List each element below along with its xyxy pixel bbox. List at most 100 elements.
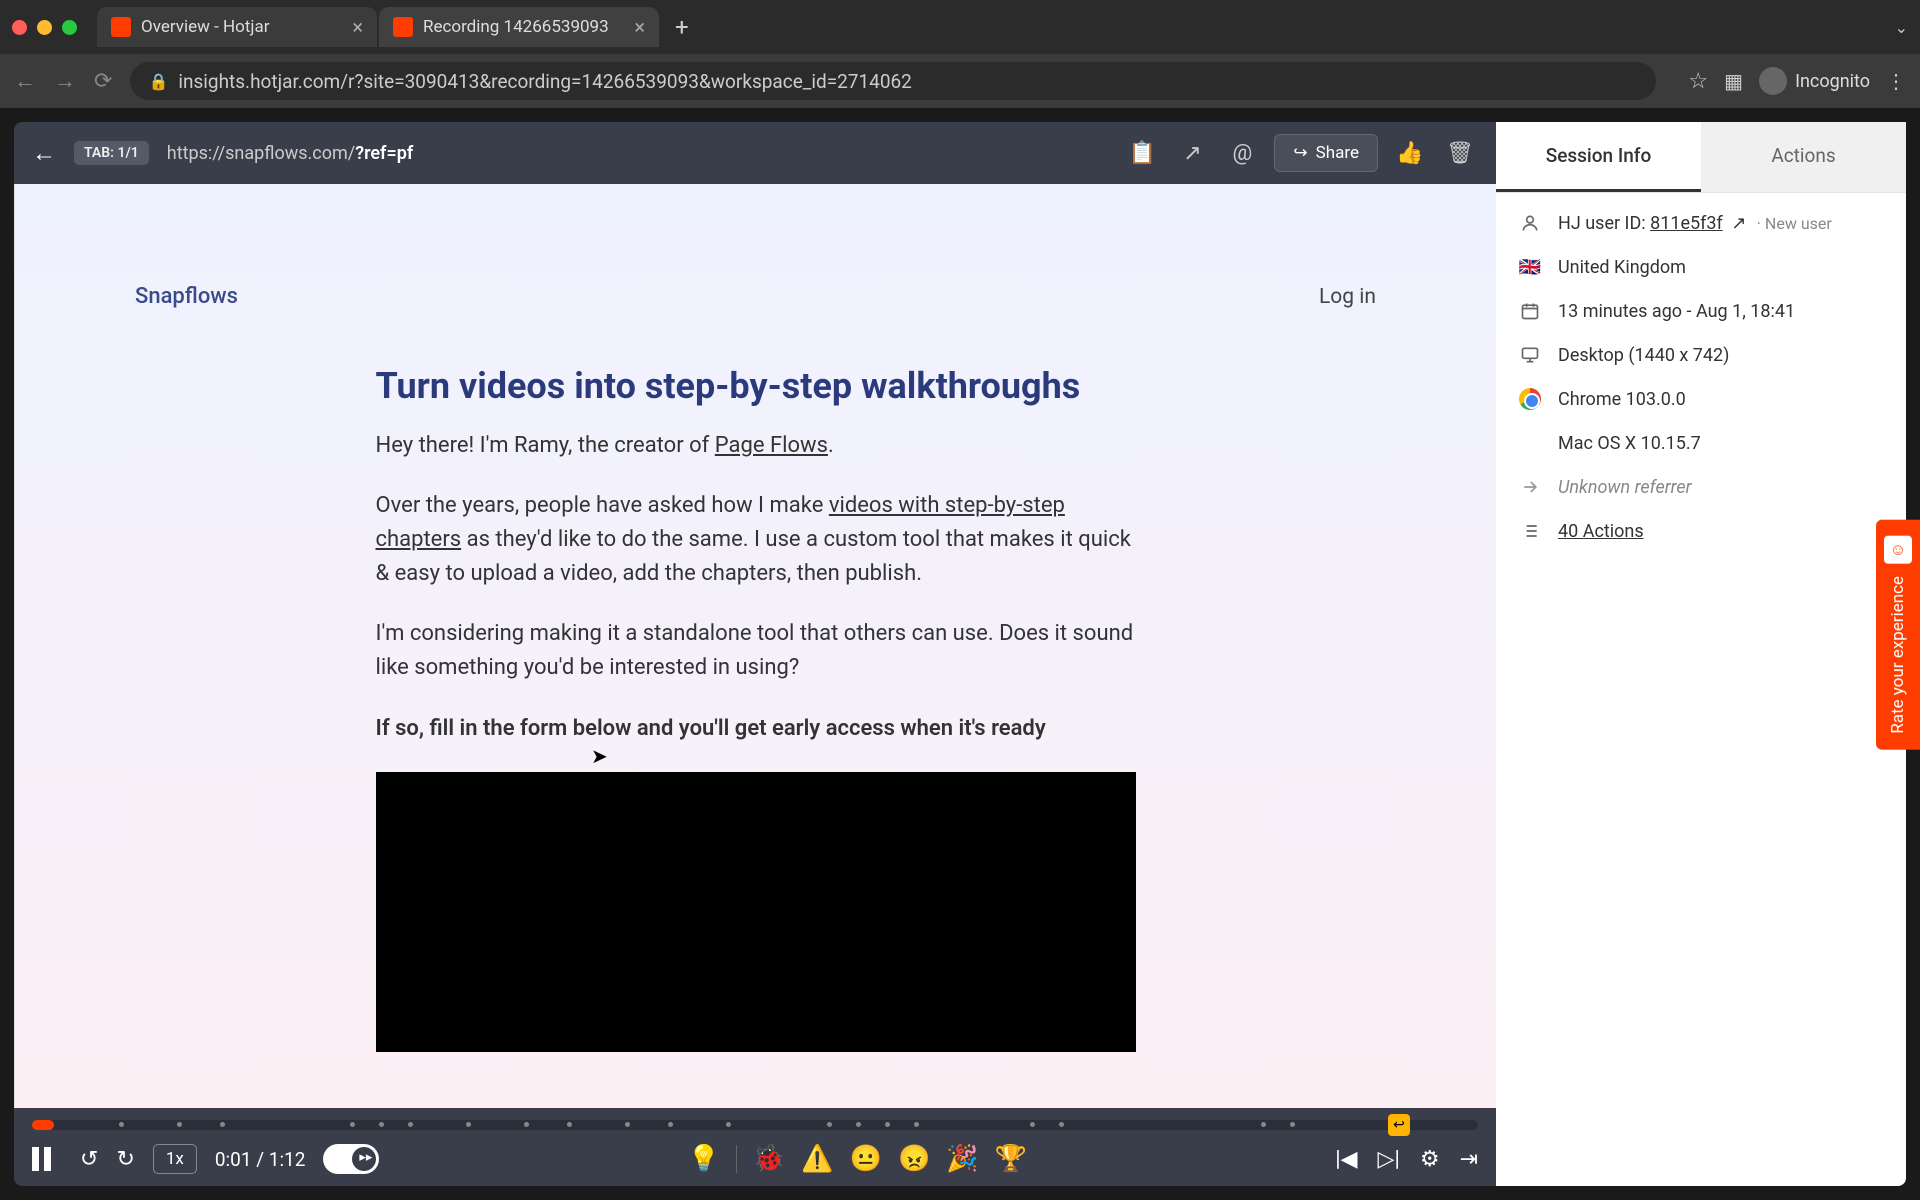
timeline-scrubber[interactable]: ↩: [32, 1120, 1478, 1130]
recorded-cursor-icon: ➤: [591, 744, 608, 768]
login-link[interactable]: Log in: [1319, 285, 1376, 309]
intro-paragraph-2: Over the years, people have asked how I …: [376, 489, 1136, 591]
referrer-label: Unknown referrer: [1558, 477, 1692, 498]
os-row: Mac OS X 10.15.7: [1518, 431, 1884, 455]
chrome-icon: [1518, 387, 1542, 411]
page-title: Turn videos into step-by-step walkthroug…: [376, 365, 1136, 407]
feedback-smiley-icon: ☺: [1884, 536, 1912, 564]
referrer-row: Unknown referrer: [1518, 475, 1884, 499]
close-window-button[interactable]: [12, 20, 27, 35]
playback-speed-button[interactable]: 1x: [153, 1144, 197, 1174]
neutral-emoji-icon[interactable]: 😐: [850, 1144, 882, 1174]
user-id-link[interactable]: 811e5f3f: [1650, 213, 1723, 234]
forward-10-button[interactable]: ↻: [116, 1147, 134, 1172]
device-row: Desktop (1440 x 742): [1518, 343, 1884, 367]
hotjar-favicon-icon: [393, 17, 413, 37]
reaction-emoji-bar: 💡 🐞 ⚠️ 😐 😠 🎉 🏆: [688, 1144, 1028, 1174]
party-emoji-icon[interactable]: 🎉: [946, 1144, 978, 1174]
new-tab-button[interactable]: +: [675, 13, 689, 41]
embedded-video-placeholder[interactable]: [376, 772, 1136, 1052]
uk-flag-icon: 🇬🇧: [1518, 255, 1542, 279]
actions-count-link[interactable]: 40 Actions: [1558, 521, 1644, 542]
timestamp-row: 13 minutes ago - Aug 1, 18:41: [1518, 299, 1884, 323]
incognito-indicator: Incognito: [1759, 67, 1870, 95]
clipboard-icon[interactable]: 📋: [1124, 135, 1160, 171]
tab-actions[interactable]: Actions: [1701, 122, 1906, 192]
browser-tab-recording[interactable]: Recording 14266539093 ×: [379, 7, 659, 47]
share-label: Share: [1316, 143, 1359, 163]
share-button[interactable]: ↪ Share: [1274, 134, 1378, 172]
list-icon: [1518, 519, 1542, 543]
time-display: 0:01 / 1:12: [215, 1148, 306, 1171]
next-recording-button[interactable]: ▷|: [1378, 1147, 1400, 1172]
browser-tab-strip: Overview - Hotjar × Recording 1426653909…: [0, 0, 1920, 54]
collapse-panel-icon[interactable]: ⇥: [1460, 1147, 1478, 1172]
desktop-icon: [1518, 343, 1542, 367]
timestamp-label: 13 minutes ago - Aug 1, 18:41: [1558, 301, 1795, 322]
back-arrow-button[interactable]: ←: [32, 139, 56, 168]
device-label: Desktop (1440 x 742): [1558, 345, 1729, 366]
user-id-row: HJ user ID: 811e5f3f ↗ · New user: [1518, 211, 1884, 235]
close-tab-icon[interactable]: ×: [634, 15, 645, 39]
new-user-badge: · New user: [1757, 214, 1832, 233]
browser-toolbar: ← → ⟳ 🔒 insights.hotjar.com/r?site=30904…: [0, 54, 1920, 108]
apple-icon: [1518, 431, 1542, 455]
tabs-dropdown-icon[interactable]: ⌄: [1895, 18, 1908, 37]
at-mention-icon[interactable]: @: [1224, 135, 1260, 171]
page-flows-link[interactable]: Page Flows: [715, 433, 828, 458]
feedback-side-tab[interactable]: Rate your experience ☺: [1876, 520, 1920, 750]
share-icon: ↪: [1293, 143, 1307, 163]
trash-icon[interactable]: 🗑: [1442, 135, 1478, 171]
insight-emoji-icon[interactable]: 💡: [688, 1144, 720, 1174]
country-row: 🇬🇧 United Kingdom: [1518, 255, 1884, 279]
hotjar-favicon-icon: [111, 17, 131, 37]
user-icon: [1518, 211, 1542, 235]
browser-menu-icon[interactable]: ⋮: [1886, 69, 1906, 93]
recording-viewport: Snapflows Log in Turn videos into step-b…: [14, 184, 1496, 1108]
calendar-icon: [1518, 299, 1542, 323]
open-external-icon[interactable]: ↗: [1174, 135, 1210, 171]
reload-button[interactable]: ⟳: [94, 69, 112, 94]
angry-emoji-icon[interactable]: 😠: [898, 1144, 930, 1174]
recording-toolbar: ← TAB: 1/1 https://snapflows.com/?ref=pf…: [14, 122, 1496, 184]
minimize-window-button[interactable]: [37, 20, 52, 35]
timeline-end-marker-icon: ↩: [1388, 1114, 1410, 1136]
intro-paragraph-1: Hey there! I'm Ramy, the creator of Page…: [376, 429, 1136, 463]
cta-paragraph: If so, fill in the form below and you'll…: [376, 712, 1136, 746]
back-button[interactable]: ←: [14, 68, 36, 94]
rewind-10-button[interactable]: ↺: [80, 1147, 98, 1172]
actions-count-row: 40 Actions: [1518, 519, 1884, 543]
close-tab-icon[interactable]: ×: [352, 15, 363, 39]
playback-bar: ↩ ↺ ↻ 1x 0:01 / 1:12 ▸▸ 💡 🐞 ⚠️ 😐 �: [14, 1108, 1496, 1186]
sidebar-tabs: Session Info Actions: [1496, 122, 1906, 193]
maximize-window-button[interactable]: [62, 20, 77, 35]
lock-icon: 🔒: [148, 72, 168, 91]
country-label: United Kingdom: [1558, 257, 1686, 278]
window-controls: [12, 20, 77, 35]
bookmark-star-icon[interactable]: ☆: [1688, 69, 1708, 94]
browser-row: Chrome 103.0.0: [1518, 387, 1884, 411]
session-sidebar: Session Info Actions HJ user ID: 811e5f3…: [1496, 122, 1906, 1186]
trophy-emoji-icon[interactable]: 🏆: [995, 1144, 1027, 1174]
thumbs-up-icon[interactable]: 👍: [1392, 135, 1428, 171]
url-text: insights.hotjar.com/r?site=3090413&recor…: [178, 70, 912, 93]
address-bar[interactable]: 🔒 insights.hotjar.com/r?site=3090413&rec…: [130, 62, 1656, 100]
referrer-icon: [1518, 475, 1542, 499]
skip-inactivity-toggle[interactable]: ▸▸: [323, 1144, 379, 1174]
tab-session-info[interactable]: Session Info: [1496, 122, 1701, 192]
forward-button[interactable]: →: [54, 68, 76, 94]
incognito-label: Incognito: [1795, 71, 1870, 92]
browser-tab-overview[interactable]: Overview - Hotjar ×: [97, 7, 377, 47]
bug-emoji-icon[interactable]: 🐞: [753, 1144, 785, 1174]
divider: [736, 1145, 737, 1173]
tab-counter-badge: TAB: 1/1: [74, 141, 149, 165]
settings-gear-icon[interactable]: ⚙: [1420, 1147, 1440, 1172]
site-brand[interactable]: Snapflows: [135, 284, 238, 309]
feedback-label: Rate your experience: [1888, 576, 1908, 734]
warning-emoji-icon[interactable]: ⚠️: [801, 1144, 833, 1174]
pause-button[interactable]: [32, 1147, 62, 1171]
prev-recording-button[interactable]: |◀: [1335, 1147, 1357, 1172]
open-user-external-icon[interactable]: ↗: [1731, 213, 1746, 234]
browser-label: Chrome 103.0.0: [1558, 389, 1686, 410]
extensions-icon[interactable]: ▦: [1724, 69, 1743, 93]
